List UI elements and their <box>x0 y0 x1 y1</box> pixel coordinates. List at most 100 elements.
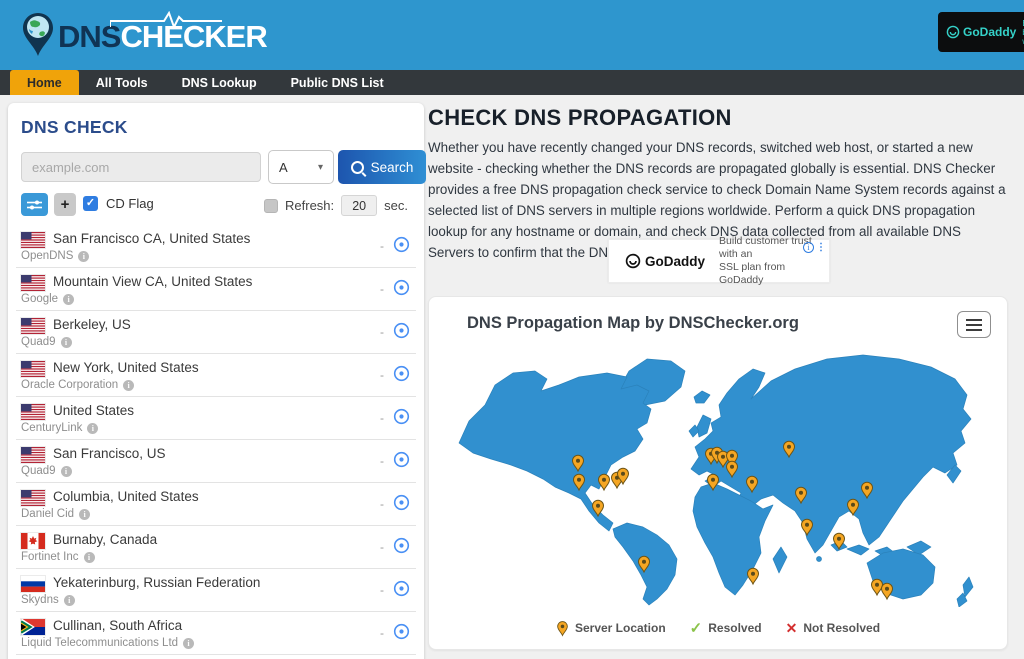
chevron-down-icon: ▾ <box>318 162 323 173</box>
map-pin-icon <box>556 619 569 637</box>
refresh-seconds-input[interactable] <box>341 195 377 216</box>
logo-text-dns: DNS <box>58 19 120 54</box>
country-flag-icon <box>21 404 45 420</box>
refresh-checkbox[interactable] <box>264 199 278 213</box>
domain-input[interactable] <box>21 152 261 182</box>
godaddy-banner-brand: GoDaddy <box>645 254 705 269</box>
resolving-spinner-icon <box>393 408 410 425</box>
search-button-label: Search <box>371 160 414 175</box>
cd-flag-checkbox[interactable]: ✓ <box>83 196 98 211</box>
godaddy-banner-ad[interactable]: GoDaddy Build customer trust with anSSL … <box>608 239 830 283</box>
server-location-pin[interactable] <box>599 474 610 490</box>
search-button[interactable]: Search <box>338 150 426 184</box>
add-server-button[interactable]: + <box>54 193 76 216</box>
server-result: - <box>380 497 384 511</box>
legend-not-resolved: ✕ Not Resolved <box>786 620 880 637</box>
godaddy-swirl-icon <box>625 253 641 269</box>
ad-badges: i ⋮ <box>803 242 826 253</box>
resolving-spinner-icon <box>393 623 410 640</box>
server-provider: OpenDNS i <box>21 250 89 262</box>
resolving-spinner-icon <box>393 537 410 554</box>
nav-tab-public-dns-list[interactable]: Public DNS List <box>274 70 401 95</box>
server-location: Columbia, United States <box>53 489 199 504</box>
country-flag-icon <box>21 576 45 592</box>
cd-flag-option[interactable]: ✓ CD Flag <box>83 196 154 211</box>
refresh-option: Refresh: sec. <box>264 195 408 216</box>
godaddy-brand-text: GoDaddy <box>963 25 1016 39</box>
server-location-pin[interactable] <box>882 583 893 599</box>
server-provider: Liquid Telecommunications Ltd i <box>21 637 194 649</box>
record-type-value: A <box>279 160 288 175</box>
server-provider: Skydns i <box>21 594 75 606</box>
server-provider: Fortinet Inc i <box>21 551 95 563</box>
godaddy-logo: GoDaddy <box>946 25 1016 39</box>
server-row: Yekaterinburg, Russian FederationSkydns … <box>16 569 416 612</box>
server-location: San Francisco CA, United States <box>53 231 250 246</box>
header-godaddy-ad[interactable]: GoDaddy B b w <box>938 12 1024 52</box>
server-row: San Francisco, USQuad9 i- <box>16 440 416 483</box>
main-nav: Home All Tools DNS Lookup Public DNS Lis… <box>0 70 1024 95</box>
info-icon[interactable]: i <box>61 337 72 348</box>
ad-info-icon[interactable]: i <box>803 242 814 253</box>
logo-text: DNSCHECKER <box>58 15 267 59</box>
info-icon[interactable]: i <box>61 466 72 477</box>
nav-tab-dns-lookup[interactable]: DNS Lookup <box>165 70 274 95</box>
panel-title: DNS CHECK <box>21 117 416 138</box>
info-icon[interactable]: i <box>64 595 75 606</box>
record-type-select[interactable]: A ▾ <box>268 150 334 184</box>
country-flag-icon <box>21 490 45 506</box>
ad-menu-icon[interactable]: ⋮ <box>816 243 826 253</box>
filter-sliders-button[interactable] <box>21 193 48 216</box>
server-provider: CenturyLink i <box>21 422 98 434</box>
server-location: Berkeley, US <box>53 317 131 332</box>
server-result: - <box>380 626 384 640</box>
server-location-pin[interactable] <box>748 568 759 584</box>
info-icon[interactable]: i <box>87 423 98 434</box>
server-result: - <box>380 325 384 339</box>
logo-pin-globe-icon <box>20 11 56 59</box>
country-flag-icon <box>21 619 45 635</box>
cd-flag-label: CD Flag <box>106 196 154 211</box>
site-header: DNSCHECKER GoDaddy B b w <box>0 0 1024 70</box>
server-row: Berkeley, US Quad9 i - <box>16 311 416 354</box>
refresh-label: Refresh: <box>285 198 334 213</box>
propagation-map-card: DNS Propagation Map by DNSChecker.org <box>428 296 1008 650</box>
nav-tab-all-tools[interactable]: All Tools <box>79 70 165 95</box>
search-row: A ▾ Search <box>16 150 416 184</box>
server-provider: Quad9 i <box>21 336 72 348</box>
godaddy-swirl-icon <box>946 25 960 39</box>
server-result: - <box>380 411 384 425</box>
country-flag-icon <box>21 361 45 377</box>
server-row: Mountain View CA, United StatesGoogle i- <box>16 268 416 311</box>
server-row: Burnaby, CanadaFortinet Inc i- <box>16 526 416 569</box>
legend-resolved: ✓ Resolved <box>690 619 762 637</box>
info-icon[interactable]: i <box>79 509 90 520</box>
server-row: Cullinan, South AfricaLiquid Telecommuni… <box>16 612 416 655</box>
site-logo[interactable]: DNSCHECKER <box>20 11 267 59</box>
server-location: Burnaby, Canada <box>53 532 157 547</box>
server-result: - <box>380 454 384 468</box>
nav-tab-home[interactable]: Home <box>10 70 79 95</box>
country-flag-icon <box>21 275 45 291</box>
dns-check-panel: DNS CHECK A ▾ Search + ✓ <box>8 103 424 659</box>
info-icon[interactable]: i <box>63 294 74 305</box>
server-result: - <box>380 583 384 597</box>
info-icon[interactable]: i <box>183 638 194 649</box>
x-icon: ✕ <box>786 620 798 637</box>
map-title: DNS Propagation Map by DNSChecker.org <box>467 314 799 333</box>
info-icon[interactable]: i <box>84 552 95 563</box>
resolving-spinner-icon <box>393 494 410 511</box>
world-map[interactable] <box>451 347 1001 607</box>
page-title: CHECK DNS PROPAGATION <box>428 105 732 131</box>
server-provider: Oracle Corporation i <box>21 379 134 391</box>
resolving-spinner-icon <box>393 322 410 339</box>
server-location: New York, United States <box>53 360 199 375</box>
map-menu-button[interactable] <box>957 311 991 338</box>
search-icon <box>351 161 364 174</box>
logo-text-checker: CHECKER <box>120 19 266 54</box>
server-result: - <box>380 368 384 382</box>
info-icon[interactable]: i <box>123 380 134 391</box>
legend-server-location: Server Location <box>556 619 666 637</box>
info-icon[interactable]: i <box>78 251 89 262</box>
server-location-pin[interactable] <box>872 579 883 595</box>
